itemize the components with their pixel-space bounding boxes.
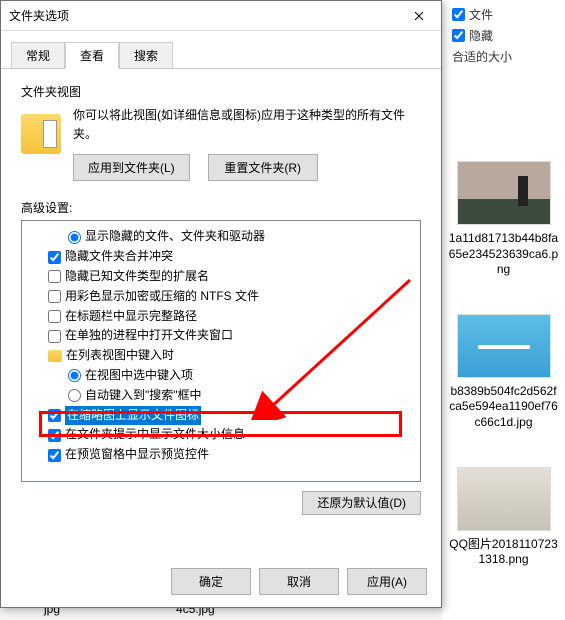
- advanced-label: 高级设置:: [21, 199, 421, 216]
- cancel-button[interactable]: 取消: [259, 568, 339, 595]
- reset-folders-button[interactable]: 重置文件夹(R): [208, 154, 318, 181]
- file-thumb-2[interactable]: [457, 314, 551, 378]
- close-button[interactable]: [396, 1, 441, 31]
- tree-item-9[interactable]: 在缩略图上显示文件图标: [26, 406, 416, 426]
- tree-item-2[interactable]: 隐藏已知文件类型的扩展名: [26, 267, 416, 287]
- file-thumb-1[interactable]: [457, 161, 551, 225]
- radio-input-8[interactable]: [68, 389, 81, 402]
- ok-button[interactable]: 确定: [171, 568, 251, 595]
- tree-item-5[interactable]: 在单独的进程中打开文件夹窗口: [26, 326, 416, 346]
- window-title: 文件夹选项: [9, 7, 69, 24]
- bg-check-2-label: 隐藏: [469, 27, 493, 44]
- folder-mini-icon: [48, 350, 62, 362]
- bg-check-2[interactable]: [452, 29, 465, 42]
- check-input-4[interactable]: [48, 310, 61, 323]
- check-input-3[interactable]: [48, 290, 61, 303]
- file-name-1[interactable]: 1a11d81713b44b8fa65e234523639ca6.png: [449, 231, 559, 278]
- tree-item-label-2: 隐藏已知文件类型的扩展名: [65, 267, 209, 287]
- tab-search[interactable]: 搜索: [119, 42, 173, 69]
- bg-check-1-label: 文件: [469, 6, 493, 23]
- tree-item-8[interactable]: 自动键入到"搜索"框中: [26, 386, 416, 406]
- tree-item-3[interactable]: 用彩色显示加密或压缩的 NTFS 文件: [26, 287, 416, 307]
- bg-size-text: 合适的大小: [452, 48, 563, 65]
- check-input-10[interactable]: [48, 429, 61, 442]
- tree-item-4[interactable]: 在标题栏中显示完整路径: [26, 307, 416, 327]
- check-input-2[interactable]: [48, 270, 61, 283]
- radio-input-7[interactable]: [68, 369, 81, 382]
- file-name-2[interactable]: b8389b504fc2d562fca5e594ea1190ef76c66c1d…: [449, 384, 559, 431]
- tree-item-6[interactable]: 在列表视图中键入时: [26, 346, 416, 366]
- tab-view[interactable]: 查看: [65, 42, 119, 69]
- titlebar: 文件夹选项: [1, 1, 441, 31]
- bg-check-1[interactable]: [452, 8, 465, 21]
- file-name-3[interactable]: QQ图片20181107231318.png: [449, 537, 559, 568]
- advanced-settings-tree[interactable]: 显示隐藏的文件、文件夹和驱动器隐藏文件夹合并冲突隐藏已知文件类型的扩展名用彩色显…: [21, 220, 421, 482]
- tree-item-label-11: 在预览窗格中显示预览控件: [65, 445, 209, 465]
- check-input-1[interactable]: [48, 251, 61, 264]
- explorer-background: 文件 隐藏 合适的大小 1a11d81713b44b8fa65e23452363…: [442, 0, 565, 620]
- folder-views-label: 文件夹视图: [21, 83, 421, 100]
- tree-item-11[interactable]: 在预览窗格中显示预览控件: [26, 445, 416, 465]
- tree-item-label-0: 显示隐藏的文件、文件夹和驱动器: [85, 227, 265, 247]
- folder-views-desc: 你可以将此视图(如详细信息或图标)应用于这种类型的所有文件夹。: [73, 106, 421, 144]
- tab-strip: 常规 查看 搜索: [1, 35, 441, 69]
- restore-defaults-button[interactable]: 还原为默认值(D): [302, 491, 421, 515]
- check-input-11[interactable]: [48, 449, 61, 462]
- tree-item-label-9: 在缩略图上显示文件图标: [65, 406, 201, 426]
- apply-to-folders-button[interactable]: 应用到文件夹(L): [73, 154, 190, 181]
- tree-item-label-3: 用彩色显示加密或压缩的 NTFS 文件: [65, 287, 259, 307]
- tree-item-0[interactable]: 显示隐藏的文件、文件夹和驱动器: [26, 227, 416, 247]
- tree-item-label-10: 在文件夹提示中显示文件大小信息: [65, 425, 245, 445]
- tree-item-1[interactable]: 隐藏文件夹合并冲突: [26, 247, 416, 267]
- tree-item-label-1: 隐藏文件夹合并冲突: [65, 247, 173, 267]
- tree-item-label-7: 在视图中选中键入项: [85, 366, 193, 386]
- tree-item-10[interactable]: 在文件夹提示中显示文件大小信息: [26, 425, 416, 445]
- tree-item-label-6: 在列表视图中键入时: [66, 346, 174, 366]
- folder-options-dialog: 文件夹选项 常规 查看 搜索 文件夹视图 你可以将此视图(如详细信息或图标)应用…: [0, 0, 442, 608]
- check-input-9[interactable]: [48, 409, 61, 422]
- tree-item-label-4: 在标题栏中显示完整路径: [65, 307, 197, 327]
- file-thumb-3[interactable]: [457, 467, 551, 531]
- apply-button[interactable]: 应用(A): [347, 568, 427, 595]
- dialog-buttons: 确定 取消 应用(A): [171, 568, 427, 595]
- tree-item-label-8: 自动键入到"搜索"框中: [85, 386, 202, 406]
- tab-general[interactable]: 常规: [11, 42, 65, 69]
- tree-item-label-5: 在单独的进程中打开文件夹窗口: [65, 326, 233, 346]
- folder-views-group: 文件夹视图 你可以将此视图(如详细信息或图标)应用于这种类型的所有文件夹。 应用…: [21, 83, 421, 181]
- radio-input-0[interactable]: [68, 231, 81, 244]
- close-icon: [414, 11, 424, 21]
- check-input-5[interactable]: [48, 330, 61, 343]
- tree-item-7[interactable]: 在视图中选中键入项: [26, 366, 416, 386]
- folder-icon: [21, 114, 61, 154]
